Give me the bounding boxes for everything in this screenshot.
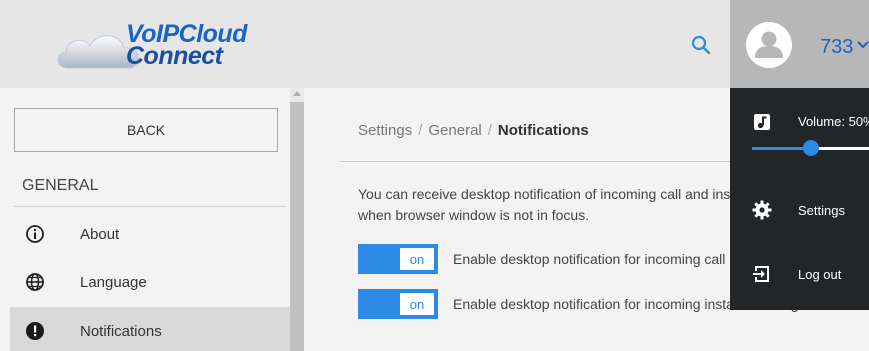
logo-text-connect: Connect [126, 42, 223, 70]
user-avatar-icon [755, 31, 783, 58]
music-note-icon [752, 112, 772, 132]
section-title: GENERAL [22, 177, 99, 194]
logo[interactable]: VoIPCloud Connect [54, 16, 264, 72]
breadcrumb-settings[interactable]: Settings [358, 122, 412, 139]
scroll-thumb[interactable] [290, 102, 304, 351]
volume-label: Volume: 50% [798, 114, 869, 129]
sidebar-item-label: About [80, 225, 120, 243]
logout-icon [752, 264, 772, 284]
sidebar-item-notifications[interactable]: Notifications [10, 307, 290, 351]
toggle-state: on [400, 293, 434, 315]
call-notification-toggle[interactable]: on [358, 244, 438, 274]
sidebar-item-about[interactable]: About [10, 210, 290, 258]
search-icon [691, 35, 711, 55]
user-extension: 733 [820, 36, 854, 58]
sidebar-scrollbar[interactable] [290, 88, 304, 351]
avatar [746, 22, 792, 68]
divider [14, 206, 286, 207]
alert-icon [24, 320, 46, 342]
toggle-state: on [400, 248, 434, 270]
gear-icon [752, 200, 772, 220]
back-button[interactable]: BACK [14, 108, 278, 152]
sidebar: BACK GENERAL About Language Notification… [0, 88, 290, 351]
sidebar-item-label: Language [80, 273, 147, 291]
header: VoIPCloud Connect 733 [0, 0, 869, 88]
message-notification-toggle[interactable]: on [358, 289, 438, 319]
breadcrumb-general[interactable]: General [428, 122, 481, 139]
menu-item-logout[interactable]: Log out [730, 260, 869, 288]
volume-item: Volume: 50% [730, 110, 869, 134]
sidebar-item-language[interactable]: Language [10, 258, 290, 306]
volume-slider-handle[interactable] [803, 140, 819, 156]
breadcrumb-current: Notifications [497, 122, 589, 139]
sidebar-item-label: Notifications [80, 322, 162, 340]
search-button[interactable] [690, 34, 714, 58]
chevron-down-icon [857, 41, 869, 49]
menu-item-label: Settings [798, 203, 845, 218]
user-dropdown-menu: Volume: 50% Settings Log out [730, 88, 869, 310]
menu-item-settings[interactable]: Settings [730, 196, 869, 224]
info-icon [24, 223, 46, 245]
volume-track [811, 147, 869, 150]
toggle-label: Enable desktop notification for incoming… [453, 251, 726, 267]
app-window: VoIPCloud Connect 733 BACK GENERAL About… [0, 0, 869, 351]
user-menu-button[interactable]: 733 [730, 0, 869, 88]
globe-icon [24, 271, 46, 293]
toggle-row-call: on Enable desktop notification for incom… [358, 244, 725, 274]
breadcrumb: Settings / General / Notifications [358, 122, 589, 139]
volume-slider[interactable] [752, 140, 869, 156]
scroll-up-arrow-icon[interactable] [293, 91, 301, 96]
menu-item-label: Log out [798, 267, 842, 282]
